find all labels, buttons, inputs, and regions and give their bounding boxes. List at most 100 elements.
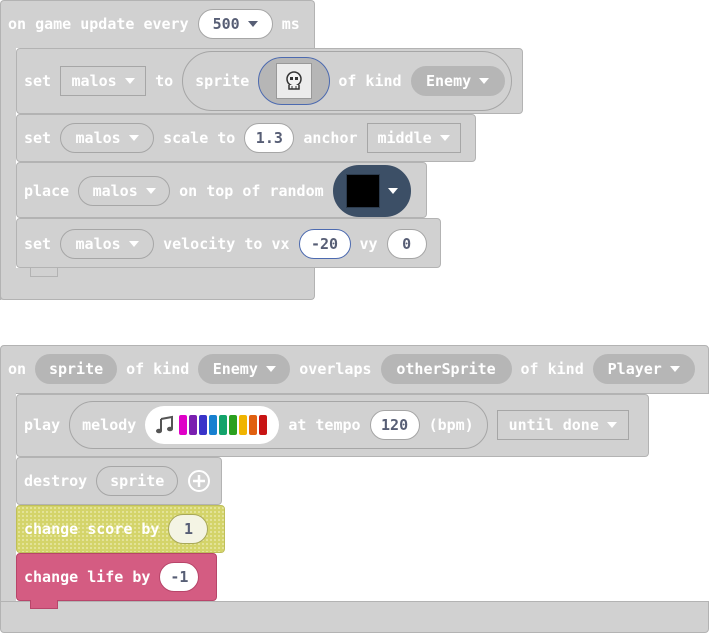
anchor-value: middle (377, 129, 432, 147)
chevron-down-icon (479, 78, 490, 84)
vx-input[interactable]: -20 (298, 229, 351, 259)
sprite-thumbnail (276, 63, 313, 99)
score-input[interactable]: 1 (168, 514, 209, 544)
chevron-down-icon (439, 135, 450, 141)
melody-block[interactable]: melody at tempo 120 (bpm) (69, 401, 488, 449)
kind-dropdown[interactable]: Enemy (198, 354, 291, 384)
vy-label: vy (359, 235, 378, 253)
change-score-label: change score by (24, 520, 160, 538)
kind-value: Enemy (212, 360, 258, 378)
overlap-footer (0, 601, 709, 633)
melody-note-bar (239, 415, 248, 435)
game-update-label: on game update every (8, 15, 189, 33)
sprite-label: sprite (195, 72, 250, 90)
melody-note-bar (229, 415, 238, 435)
game-update-header: on game update every 500 ms (8, 9, 309, 39)
chevron-down-icon (128, 241, 139, 247)
game-update-arm (0, 47, 16, 300)
melody-label: melody (82, 416, 137, 434)
vy-input[interactable]: 0 (386, 229, 427, 259)
set-sprite-row: set malos to sprite of kind Enemy (24, 51, 521, 111)
of-kind-label: of kind (338, 72, 402, 90)
overlap-header: on sprite of kind Enemy overlaps otherSp… (8, 354, 695, 384)
variable-dropdown[interactable]: malos (60, 229, 155, 259)
change-score-row: change score by 1 (24, 514, 209, 544)
kind-value-2: Player (607, 360, 662, 378)
play-label: play (24, 416, 61, 434)
scale-input[interactable]: 1.3 (244, 123, 295, 153)
melody-editor[interactable] (145, 406, 280, 444)
to-label: to (155, 72, 174, 90)
skull-icon (286, 71, 303, 90)
melody-note-bar (189, 415, 198, 435)
melody-note-bar (179, 415, 188, 435)
music-note-icon (156, 415, 174, 434)
destroy-label: destroy (24, 472, 88, 490)
kind-dropdown-2[interactable]: Player (592, 354, 695, 384)
sprite-param[interactable]: sprite (96, 466, 179, 496)
melody-note-bar (249, 415, 258, 435)
tempo-input[interactable]: 120 (369, 410, 420, 440)
scale-to-label: scale to (163, 129, 236, 147)
change-life-row: change life by -1 (24, 562, 200, 592)
kind-value: Enemy (425, 72, 472, 90)
plus-circle-icon (188, 470, 211, 492)
tile-swatch (345, 174, 380, 208)
play-row: play melody at tempo 120 (bpm) until don… (24, 401, 629, 449)
play-mode-dropdown[interactable]: until done (496, 410, 629, 440)
block-notch (30, 600, 58, 609)
velocity-to-label: velocity to vx (163, 235, 290, 253)
sprite-create-block[interactable]: sprite of kind Enemy (182, 51, 512, 111)
sprite-image-picker[interactable] (258, 57, 331, 105)
variable-dropdown[interactable]: malos (60, 123, 155, 153)
anchor-label: anchor (303, 129, 358, 147)
on-top-of-random-label: on top of random (179, 182, 324, 200)
set-label: set (24, 72, 52, 90)
chevron-down-icon (669, 366, 680, 372)
add-parameter-button[interactable] (187, 469, 211, 493)
destroy-row: destroy sprite (24, 466, 211, 496)
variable-name: malos (75, 235, 121, 253)
other-sprite-param[interactable]: otherSprite (380, 354, 512, 384)
set-scale-row: set malos scale to 1.3 anchor middle (24, 123, 461, 153)
variable-name: malos (71, 72, 117, 90)
chevron-down-icon (128, 135, 139, 141)
set-velocity-row: set malos velocity to vx -20 vy 0 (24, 229, 427, 259)
change-life-label: change life by (24, 568, 151, 586)
at-tempo-label: at tempo (288, 416, 361, 434)
set-label: set (24, 235, 52, 253)
melody-note-bar (209, 415, 218, 435)
bpm-label: (bpm) (428, 416, 474, 434)
ms-label: ms (281, 15, 300, 33)
sprite-param[interactable]: sprite (35, 354, 118, 384)
life-input[interactable]: -1 (159, 562, 200, 592)
tile-image-dropdown[interactable] (332, 165, 411, 217)
variable-dropdown[interactable]: malos (60, 66, 147, 96)
chevron-down-icon (387, 188, 398, 194)
variable-name: malos (92, 182, 138, 200)
melody-note-bar (259, 415, 268, 435)
melody-note-bar (199, 415, 208, 435)
on-label: on (8, 360, 27, 378)
variable-name: malos (75, 129, 121, 147)
chevron-down-icon (247, 21, 258, 27)
overlap-arm (0, 393, 16, 603)
of-kind-label-2: of kind (520, 360, 584, 378)
place-row: place malos on top of random (24, 165, 411, 217)
kind-dropdown[interactable]: Enemy (410, 66, 505, 96)
chevron-down-icon (265, 366, 276, 372)
play-mode-value: until done (508, 416, 599, 434)
variable-dropdown[interactable]: malos (78, 176, 171, 206)
melody-note-bar (219, 415, 228, 435)
overlaps-label: overlaps (299, 360, 372, 378)
interval-value: 500 (212, 15, 240, 33)
set-label: set (24, 129, 52, 147)
melody-notes (179, 415, 269, 435)
chevron-down-icon (124, 78, 135, 84)
anchor-dropdown[interactable]: middle (366, 123, 461, 153)
place-label: place (24, 182, 70, 200)
chevron-down-icon (606, 422, 617, 428)
block-notch (30, 268, 58, 277)
interval-dropdown[interactable]: 500 (197, 9, 273, 39)
chevron-down-icon (145, 188, 156, 194)
